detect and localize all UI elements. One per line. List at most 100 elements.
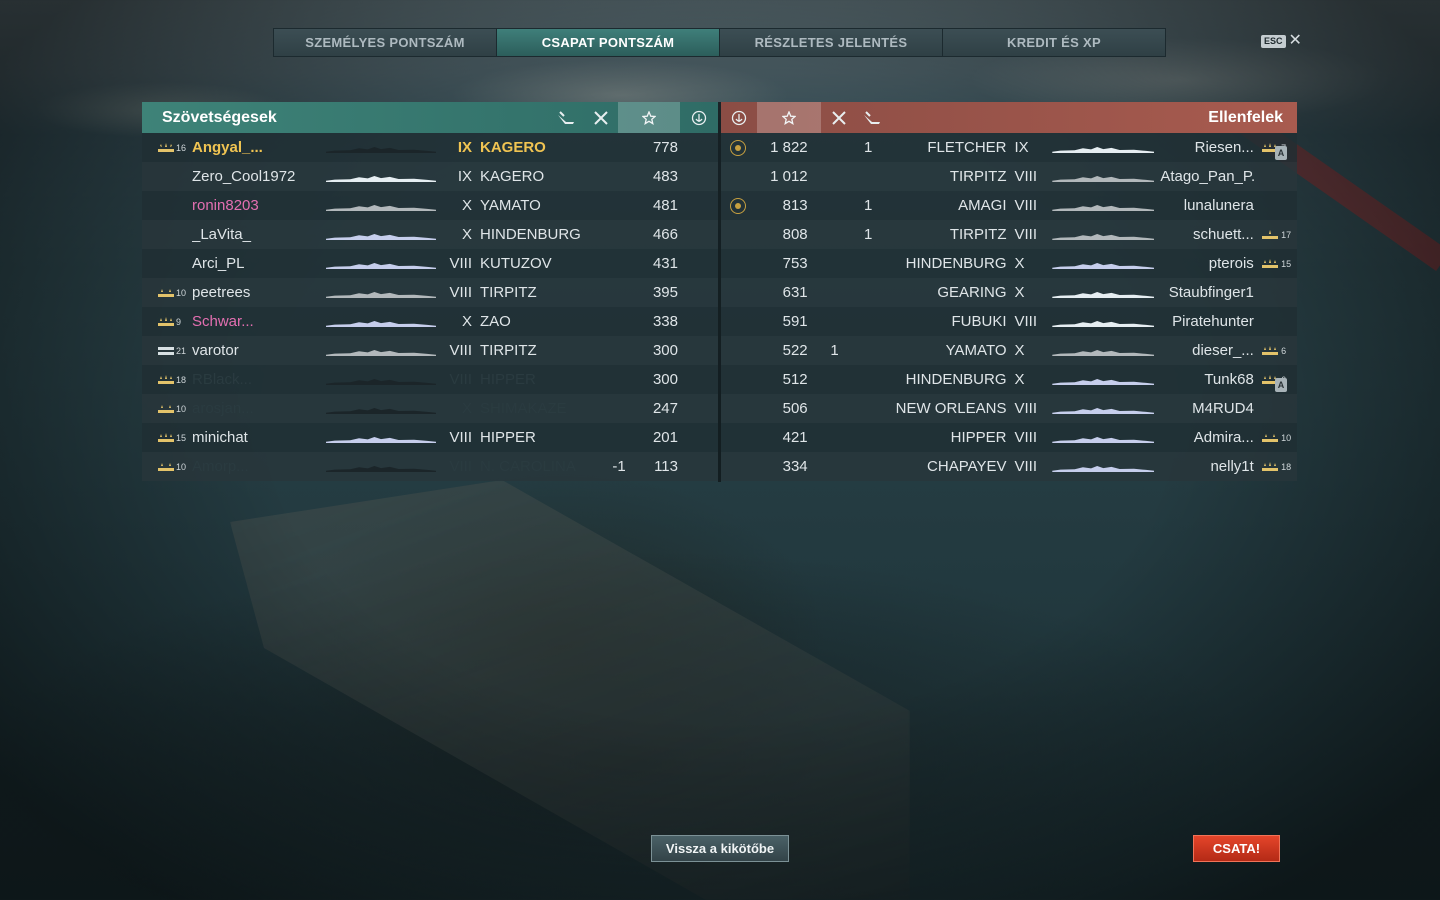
ship-tier: X	[1014, 371, 1025, 388]
enemy-row[interactable]: 334 CHAPAYEV VIII nelly1t 18	[721, 452, 1297, 481]
ship-sunk-icon[interactable]	[857, 102, 887, 133]
ally-row[interactable]: ronin8203 X YAMATO 481	[142, 191, 718, 220]
kills-value: 1	[830, 342, 839, 359]
enemy-row[interactable]: 813 1 AMAGI VIII lunalunera	[721, 191, 1297, 220]
enemy-row[interactable]: 631 GEARING X Staubfinger1	[721, 278, 1297, 307]
ship-name: N. CAROLINA	[480, 458, 576, 475]
ship-name: KAGERO	[480, 139, 546, 156]
background-ship	[230, 480, 910, 900]
enemy-row[interactable]: 591 FUBUKI VIII Piratehunter	[721, 307, 1297, 336]
ship-silhouette	[1046, 452, 1160, 481]
ship-name: TIRPITZ	[949, 168, 1007, 185]
close-icon: ✕	[1288, 32, 1302, 49]
ally-row[interactable]: 10 Amorp... VIII N. CAROLINA -1 113	[142, 452, 718, 481]
enemies-header: Ellenfelek	[721, 102, 1297, 133]
ship-silhouette	[320, 249, 442, 278]
ship-silhouette	[320, 191, 442, 220]
crossed-swords-icon[interactable]	[584, 102, 618, 133]
rank-icon	[142, 429, 176, 446]
ally-row[interactable]: 15 minichat VIII HIPPER 201	[142, 423, 718, 452]
tab-credits-xp[interactable]: KREDIT ÉS XP	[943, 29, 1165, 56]
battle-button[interactable]: CSATA!	[1193, 835, 1280, 862]
ship-tier: VIII	[449, 429, 472, 446]
ship-tier: VIII	[449, 284, 472, 301]
crossed-swords-icon[interactable]	[821, 102, 857, 133]
ship-silhouette	[1046, 162, 1160, 191]
ship-silhouette	[1046, 249, 1160, 278]
anchor-medal-icon[interactable]	[721, 102, 757, 133]
score-value: 338	[652, 313, 678, 330]
player-level: 6	[1281, 345, 1287, 356]
player-name: Arci_PL	[192, 255, 245, 272]
ally-row[interactable]: Arci_PL VIII KUTUZOV 431	[142, 249, 718, 278]
frags-value: 1	[863, 197, 873, 214]
rank-icon	[142, 139, 176, 156]
enemy-row[interactable]: 753 HINDENBURG X pterois 15	[721, 249, 1297, 278]
score-value: 483	[652, 168, 678, 185]
enemy-row[interactable]: 808 1 TIRPITZ VIII schuett... 17	[721, 220, 1297, 249]
frags-value: 1	[863, 139, 873, 156]
tab-personal-score[interactable]: SZEMÉLYES PONTSZÁM	[274, 29, 497, 56]
ally-row[interactable]: 10 arosjan... X SHIMAKAZE 247	[142, 394, 718, 423]
anchor-medal-icon[interactable]	[680, 102, 718, 133]
ship-silhouette	[1046, 423, 1160, 452]
rank-icon	[142, 400, 176, 417]
ally-row[interactable]: 18 RBlack... VIII HIPPER 300	[142, 365, 718, 394]
tab-detailed-report[interactable]: RÉSZLETES JELENTÉS	[720, 29, 943, 56]
back-to-port-button[interactable]: Vissza a kikötőbe	[651, 835, 789, 862]
ship-tier: X	[461, 400, 472, 417]
rank-icon	[1254, 226, 1279, 243]
ship-tier: X	[1014, 284, 1025, 301]
enemies-title: Ellenfelek	[1208, 108, 1283, 126]
ally-row[interactable]: 16 Angyal_... IX KAGERO 778	[142, 133, 718, 162]
ship-silhouette	[320, 423, 442, 452]
ally-row[interactable]: _LaVita_ X HINDENBURG 466	[142, 220, 718, 249]
score-value: 334	[782, 458, 808, 475]
enemy-row[interactable]: 512 HINDENBURG X Tunk68 6	[721, 365, 1297, 394]
ally-row[interactable]: 10 peetrees VIII TIRPITZ 395	[142, 278, 718, 307]
ship-name: FUBUKI	[951, 313, 1007, 330]
player-name: Riesen...	[1194, 139, 1254, 156]
player-name: dieser_...	[1192, 342, 1254, 359]
ship-name: GEARING	[937, 284, 1007, 301]
player-name: _LaVita_	[192, 226, 251, 243]
enemy-row[interactable]: 421 HIPPER VIII Admira... 10	[721, 423, 1297, 452]
rank-icon	[1254, 458, 1279, 475]
tab-team-score[interactable]: CSAPAT PONTSZÁM	[497, 29, 720, 56]
player-name: peetrees	[192, 284, 251, 301]
ship-silhouette	[1046, 365, 1160, 394]
enemy-row[interactable]: 1 012 TIRPITZ VIII Atago_Pan_P...	[721, 162, 1297, 191]
ship-name: NEW ORLEANS	[895, 400, 1007, 417]
score-value: 421	[782, 429, 808, 446]
enemy-row[interactable]: 1 822 1 FLETCHER IX Riesen... 7	[721, 133, 1297, 162]
ship-silhouette	[320, 307, 442, 336]
ship-name: SHIMAKAZE	[480, 400, 567, 417]
star-icon[interactable]	[618, 102, 680, 133]
ally-row[interactable]: Zero_Cool1972 IX KAGERO 483	[142, 162, 718, 191]
star-icon[interactable]	[757, 102, 821, 133]
ship-tier: VIII	[449, 458, 472, 475]
ally-row[interactable]: 21 varotor VIII TIRPITZ 300	[142, 336, 718, 365]
ship-silhouette	[320, 220, 442, 249]
score-value: 813	[782, 197, 808, 214]
player-level: 10	[1281, 432, 1292, 443]
ship-name: CHAPAYEV	[927, 458, 1007, 475]
ship-name: HINDENBURG	[905, 255, 1007, 272]
enemy-row[interactable]: 506 NEW ORLEANS VIII M4RUD4	[721, 394, 1297, 423]
ship-tier: VIII	[1014, 458, 1038, 475]
ship-silhouette	[1046, 133, 1160, 162]
score-value: 300	[652, 371, 678, 388]
ship-name: YAMATO	[480, 197, 541, 214]
player-level: 18	[1281, 461, 1292, 472]
score-value: 113	[654, 458, 678, 475]
ship-silhouette	[320, 365, 442, 394]
close-button[interactable]: ESC ✕	[1261, 32, 1302, 49]
enemy-row[interactable]: 522 1 YAMATO X dieser_... 6	[721, 336, 1297, 365]
score-value: 395	[652, 284, 678, 301]
ship-sunk-icon[interactable]	[548, 102, 584, 133]
ship-silhouette	[1046, 278, 1160, 307]
ship-silhouette	[1046, 336, 1160, 365]
ship-silhouette	[1046, 220, 1160, 249]
ally-row[interactable]: 9 Schwar... X ZAO 338	[142, 307, 718, 336]
ship-name: HINDENBURG	[480, 226, 581, 243]
